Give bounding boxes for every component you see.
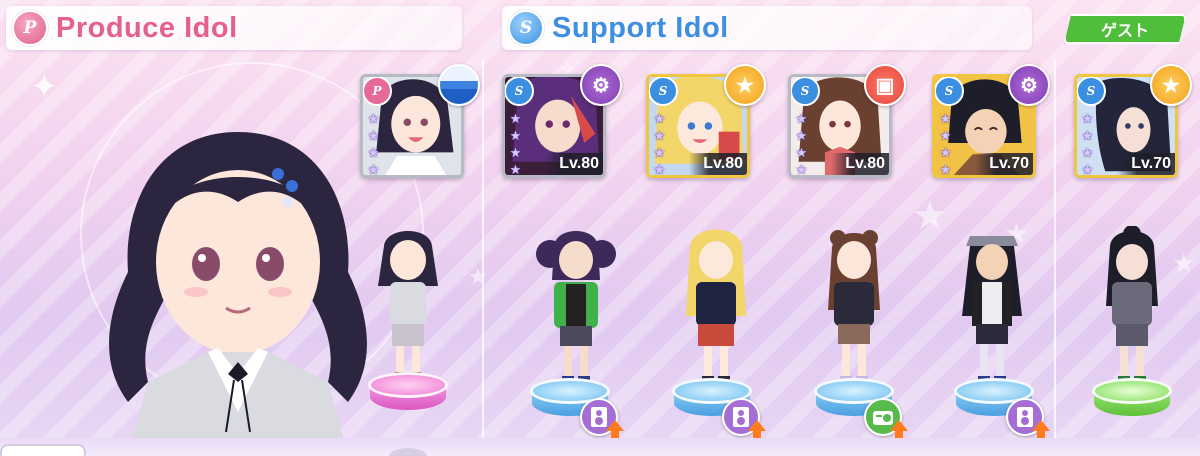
sparkle-icon: ✦	[30, 68, 59, 106]
rarity-star-icon: ★	[653, 162, 666, 177]
boost-arrow-icon	[890, 420, 908, 438]
rarity-star-icon: ★	[1081, 128, 1094, 143]
rarity-star-icon: ★	[509, 162, 522, 177]
rarity-star-icon: ★	[795, 128, 808, 143]
boost-arrow-icon	[606, 420, 624, 438]
star-icon: ★	[724, 64, 766, 106]
rarity-stars: ★ ★ ★ ★	[508, 111, 523, 177]
gear-icon: ⚙	[580, 64, 622, 106]
rarity-star-icon: ★	[509, 128, 522, 143]
rarity-star-icon: ★	[367, 145, 380, 160]
wave-icon	[438, 64, 480, 106]
rarity-stars: ★ ★ ★ ★	[794, 111, 809, 177]
support-type-badge: S	[649, 77, 678, 106]
produce-idol-header: P Produce Idol	[6, 6, 462, 50]
rarity-star-icon: ★	[367, 111, 380, 126]
rarity-star-icon: ★	[509, 111, 522, 126]
rarity-star-icon: ★	[1081, 111, 1094, 126]
boost-arrow-icon	[748, 420, 766, 438]
support-idol-header: S Support Idol	[502, 6, 1032, 50]
card-level: Lv.70	[1117, 153, 1175, 175]
support-idol-title: Support Idol	[552, 11, 729, 44]
guest-badge: ゲスト	[1064, 14, 1186, 44]
section-divider	[482, 60, 484, 450]
support-type-badge: S	[935, 77, 964, 106]
star-decoration-icon: ★	[468, 264, 488, 289]
rarity-stars: ★ ★ ★ ★	[1080, 111, 1095, 177]
support-type-badge: S	[1077, 77, 1106, 106]
gear-icon: ⚙	[1008, 64, 1050, 106]
rarity-star-icon: ★	[795, 111, 808, 126]
rarity-star-icon: ★	[939, 162, 952, 177]
guest-divider	[1054, 60, 1056, 450]
produce-type-badge: P	[363, 77, 392, 106]
team-formation-screen: ✦ ✦ ✧ ★ ★ ★ ★ P Produce Idol S Support I…	[0, 0, 1200, 456]
rarity-stars: ★ ★ ★ ★	[366, 111, 381, 177]
produce-p-icon: P	[12, 10, 48, 46]
rarity-star-icon: ★	[795, 145, 808, 160]
rarity-stars: ★ ★ ★ ★	[938, 111, 953, 177]
star-decoration-icon: ★	[912, 194, 948, 238]
school-icon: ▣	[864, 64, 906, 106]
star-decoration-icon: ★	[1172, 248, 1196, 278]
rarity-stars: ★ ★ ★ ★	[652, 111, 667, 177]
rarity-star-icon: ★	[795, 162, 808, 177]
support-s-icon: S	[508, 10, 544, 46]
produce-idol-title: Produce Idol	[56, 11, 238, 44]
boost-arrow-icon	[1032, 420, 1050, 438]
rarity-star-icon: ★	[653, 111, 666, 126]
rarity-star-icon: ★	[653, 145, 666, 160]
produce-pedestal	[368, 372, 448, 410]
rarity-star-icon: ★	[939, 111, 952, 126]
star-icon: ★	[1150, 64, 1192, 106]
support-type-badge: S	[505, 77, 534, 106]
rarity-star-icon: ★	[1081, 145, 1094, 160]
bottom-bar	[0, 438, 1200, 456]
card-level: Lv.80	[831, 153, 889, 175]
rarity-star-icon: ★	[367, 162, 380, 177]
card-level: Lv.70	[975, 153, 1033, 175]
rarity-star-icon: ★	[939, 145, 952, 160]
support-type-badge: S	[791, 77, 820, 106]
card-level: Lv.80	[689, 153, 747, 175]
rarity-star-icon: ★	[367, 128, 380, 143]
rarity-star-icon: ★	[939, 128, 952, 143]
rarity-star-icon: ★	[653, 128, 666, 143]
guest-pedestal	[1092, 378, 1172, 416]
rarity-star-icon: ★	[509, 145, 522, 160]
card-level: Lv.80	[545, 153, 603, 175]
back-button[interactable]	[0, 444, 86, 456]
produce-idol-portrait	[109, 132, 367, 456]
rarity-star-icon: ★	[1081, 162, 1094, 177]
